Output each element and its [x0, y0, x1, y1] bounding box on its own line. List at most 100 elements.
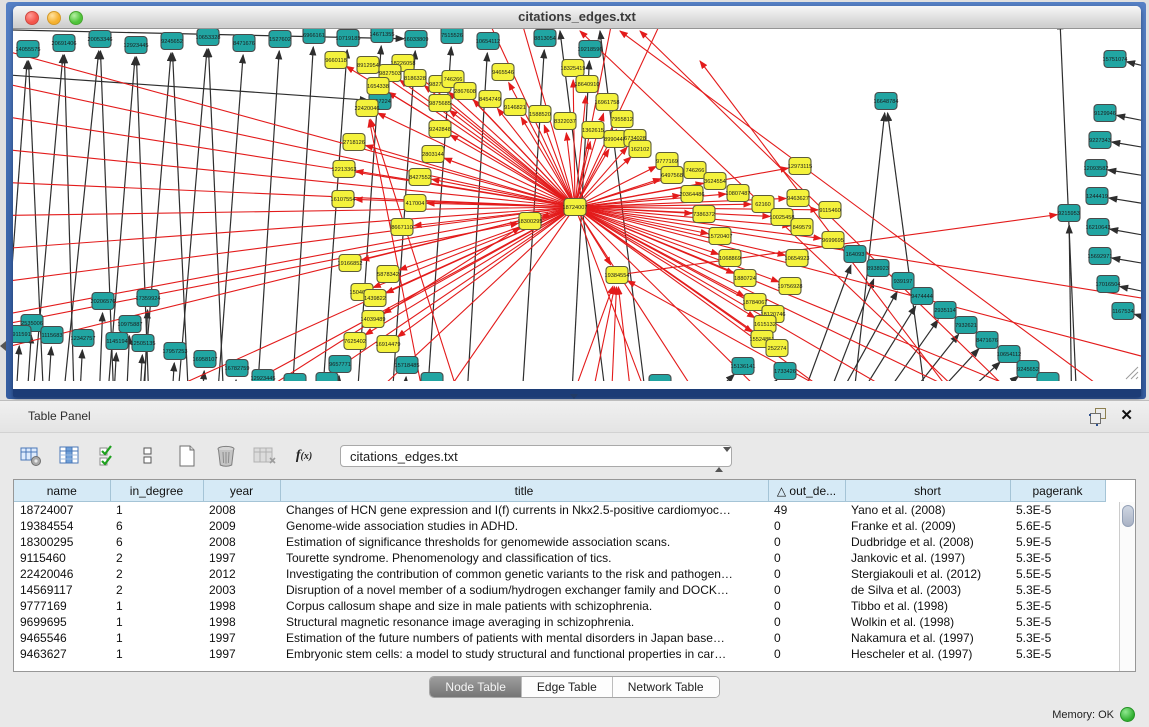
- graph-node[interactable]: 12923445: [124, 37, 149, 54]
- graph-node[interactable]: 19218596: [578, 41, 603, 58]
- graph-node[interactable]: 17016504: [1096, 276, 1121, 293]
- hidden-panel-arrow-icon[interactable]: [0, 341, 6, 351]
- graph-node[interactable]: 10654112: [476, 33, 500, 50]
- graph-edge[interactable]: [1127, 62, 1141, 71]
- merge-rows-button[interactable]: [135, 443, 161, 469]
- table-row[interactable]: 946362711997Embryonic stem cells: a mode…: [14, 646, 1120, 662]
- graph-node[interactable]: 9465546: [492, 64, 514, 81]
- graph-node[interactable]: 17957253: [163, 343, 188, 360]
- graph-node[interactable]: 1115683: [41, 327, 63, 344]
- graph-edge[interactable]: [420, 207, 575, 381]
- graph-node[interactable]: 9146821: [504, 99, 526, 116]
- close-window-button[interactable]: [25, 11, 39, 25]
- graph-node[interactable]: 10653328: [196, 29, 221, 46]
- graph-node[interactable]: 12093582: [1084, 160, 1109, 177]
- graph-node[interactable]: 2718126: [343, 134, 365, 151]
- graph-node[interactable]: 12213363: [332, 161, 357, 178]
- graph-node[interactable]: 20691406: [52, 35, 77, 52]
- table-header-row[interactable]: namein_degreeyeartitle△ out_de...shortpa…: [14, 480, 1120, 502]
- graph-node[interactable]: 16107554: [331, 191, 356, 208]
- new-table-button[interactable]: [174, 443, 200, 469]
- graph-node[interactable]: 20206576: [91, 293, 116, 310]
- graph-node[interactable]: 15718485: [395, 357, 420, 374]
- graph-node[interactable]: 1733426: [774, 363, 796, 380]
- graph-edge[interactable]: [1109, 198, 1141, 207]
- graph-node[interactable]: 15136141: [731, 358, 756, 375]
- scrollbar-thumb[interactable]: [1122, 505, 1134, 527]
- graph-node[interactable]: 12973115: [788, 158, 812, 175]
- graph-node[interactable]: [316, 373, 338, 382]
- graph-node[interactable]: 164093: [844, 246, 866, 263]
- close-panel-icon[interactable]: ✕: [1120, 408, 1133, 424]
- graph-node[interactable]: 8938923: [867, 260, 889, 277]
- graph-edge[interactable]: [170, 363, 174, 381]
- graph-edge[interactable]: [680, 374, 734, 381]
- graph-edge[interactable]: [78, 350, 82, 381]
- graph-node[interactable]: 9215953: [1058, 205, 1080, 222]
- graph-node[interactable]: 18300295: [518, 213, 543, 230]
- table-row[interactable]: 1456911722003Disruption of a novel membe…: [14, 582, 1120, 598]
- graph-edge[interactable]: [46, 347, 51, 381]
- import-table-button-disabled[interactable]: [252, 443, 278, 469]
- graph-edge[interactable]: [1110, 229, 1141, 239]
- graph-node[interactable]: 9245652: [1017, 361, 1039, 378]
- graph-edge[interactable]: [1112, 142, 1141, 151]
- graph-edge[interactable]: [1135, 314, 1141, 323]
- graph-node[interactable]: 16961758: [595, 94, 620, 111]
- table-row[interactable]: 946554611997Estimation of the future num…: [14, 630, 1120, 646]
- graph-node[interactable]: 14039489: [361, 311, 386, 328]
- graph-node[interactable]: 16958107: [193, 351, 218, 368]
- column-header[interactable]: name: [14, 480, 110, 502]
- column-header[interactable]: in_degree: [110, 480, 203, 502]
- graph-node[interactable]: 1439822: [364, 290, 386, 307]
- graph-node[interactable]: 14671355: [370, 29, 395, 43]
- graph-edge[interactable]: [13, 207, 575, 216]
- resize-grip[interactable]: [1126, 367, 1138, 379]
- graph-node[interactable]: 16210643: [1086, 219, 1111, 236]
- graph-edge[interactable]: [138, 355, 142, 381]
- graph-node[interactable]: 17359924: [136, 290, 161, 307]
- graph-edge[interactable]: [320, 50, 347, 381]
- graph-node[interactable]: 252274: [766, 340, 788, 357]
- table-row[interactable]: 2242004622012Investigating the contribut…: [14, 566, 1120, 582]
- graph-edge[interactable]: [573, 80, 575, 207]
- float-panel-icon[interactable]: [1090, 408, 1106, 424]
- graph-node[interactable]: 10654923: [785, 250, 810, 267]
- graph-node[interactable]: 16914479: [376, 336, 401, 353]
- graph-node[interactable]: 2867608: [454, 83, 476, 100]
- graph-node[interactable]: 2935114: [934, 302, 956, 319]
- graph-node[interactable]: 939197: [892, 273, 914, 290]
- graph-node[interactable]: 1880724: [734, 270, 756, 287]
- graph-node[interactable]: 8813054: [534, 30, 556, 47]
- graph-node[interactable]: 8427552: [409, 169, 431, 186]
- graph-node[interactable]: 20364486: [680, 186, 705, 203]
- table-settings-button[interactable]: [18, 443, 44, 469]
- graph-node[interactable]: 7955812: [611, 111, 633, 128]
- graph-node[interactable]: 1362615: [582, 122, 604, 139]
- graph-node[interactable]: 5878342: [377, 266, 399, 283]
- graph-node[interactable]: 15720407: [708, 228, 733, 245]
- graph-edge[interactable]: [215, 55, 243, 381]
- graph-node[interactable]: 1145194: [106, 333, 128, 350]
- graph-edge[interactable]: [1117, 115, 1141, 125]
- graph-node[interactable]: 9474444: [911, 288, 933, 305]
- graph-node[interactable]: [649, 375, 671, 382]
- graph-node[interactable]: 7932621: [955, 317, 977, 334]
- network-window-titlebar[interactable]: citations_edges.txt: [13, 6, 1141, 29]
- graph-node[interactable]: 3624554: [704, 173, 726, 190]
- column-header[interactable]: pagerank: [1010, 480, 1105, 502]
- graph-node[interactable]: 9227343: [1089, 132, 1111, 149]
- graph-node[interactable]: 62160: [752, 196, 774, 213]
- function-builder-button[interactable]: f(x): [291, 443, 317, 469]
- graph-node[interactable]: 2803144: [422, 146, 444, 163]
- graph-node[interactable]: 8912954: [357, 57, 379, 74]
- delete-table-button[interactable]: [213, 443, 239, 469]
- graph-node[interactable]: 10654112: [997, 346, 1021, 363]
- table-row[interactable]: 1872400712008Changes of HCN gene express…: [14, 502, 1120, 519]
- table-row[interactable]: 911546021997Tourette syndrome. Phenomeno…: [14, 550, 1120, 566]
- graph-node[interactable]: 9242848: [429, 121, 451, 138]
- select-rows-button[interactable]: [96, 443, 122, 469]
- graph-node[interactable]: 8990448: [604, 131, 626, 148]
- table-row[interactable]: 977716911998Corpus callosum shape and si…: [14, 598, 1120, 614]
- graph-node[interactable]: 417004: [404, 195, 426, 212]
